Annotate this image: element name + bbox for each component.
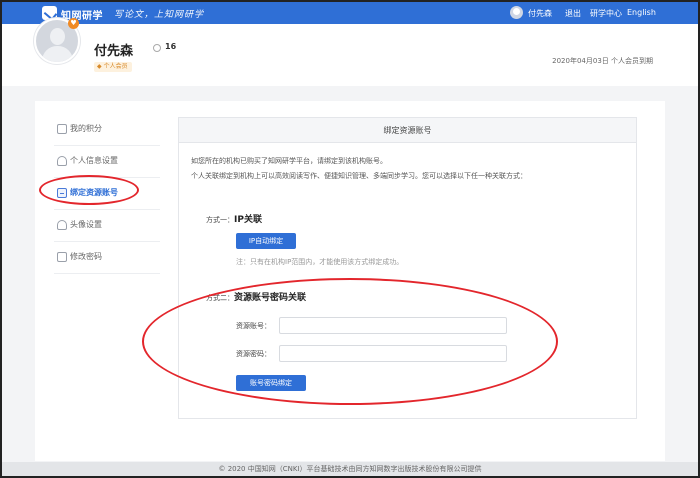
ip-auto-bind-button[interactable]: IP自动绑定 (236, 233, 296, 249)
coin-count: 16 (165, 42, 177, 51)
sidebar-item-label: 个人信息设置 (70, 156, 118, 165)
nav-username-link[interactable]: 付先森 (528, 8, 552, 19)
study-center-link[interactable]: 研学中心 (590, 8, 622, 19)
nav-avatar-icon[interactable] (510, 6, 523, 19)
avatar-body (42, 46, 73, 62)
panel-description: 如您所在的机构已购买了知网研学平台，请绑定到该机构账号。 (191, 157, 387, 165)
profile-header: 付先森 16 ◆ 个人会员 2020年04月03日 个人会员到期 (2, 24, 698, 86)
profile-username: 付先森 (94, 44, 134, 59)
annotation-circle-form (142, 278, 558, 405)
sidebar-item-profile-settings[interactable]: 个人信息设置 (54, 146, 160, 178)
user-icon (57, 156, 67, 166)
footer-copyright: © 2020 中国知网（CNKI）平台基础技术由同方知网数字出版技术股份有限公司… (2, 462, 698, 476)
avatar-head (50, 28, 65, 45)
member-badge: ◆ 个人会员 (94, 62, 132, 72)
sidebar-item-points[interactable]: 我的积分 (54, 114, 160, 146)
membership-expiry: 2020年04月03日 个人会员到期 (552, 57, 653, 65)
avatar-icon (57, 220, 67, 230)
panel-description-2: 个人关联绑定到机构上可以高效阅读写作、便捷知识管理、多端同步学习。您可以选择以下… (191, 172, 527, 180)
method-ip-title: IP关联 (234, 215, 262, 225)
sidebar-item-label: 我的积分 (70, 124, 102, 133)
sidebar-item-label: 修改密码 (70, 252, 102, 261)
method-ip-prefix: 方式一： (206, 216, 234, 224)
points-icon (57, 124, 67, 134)
lock-icon (57, 252, 67, 262)
coin-icon (153, 44, 161, 52)
annotation-circle-sidebar (39, 175, 139, 205)
sidebar-item-avatar[interactable]: 头像设置 (54, 210, 160, 242)
logout-link[interactable]: 退出 (565, 8, 581, 19)
brand-slogan: 写论文，上知网研学 (114, 10, 205, 20)
method-ip-heading: 方式一：IP关联 (206, 212, 262, 225)
vip-badge-icon: ♥ (68, 18, 79, 29)
sidebar-item-label: 头像设置 (70, 220, 102, 229)
panel-title: 绑定资源账号 (179, 118, 636, 143)
sidebar-item-password[interactable]: 修改密码 (54, 242, 160, 274)
gem-icon: ◆ (97, 63, 102, 70)
top-nav-bar: 知网研学 写论文，上知网研学 付先森 退出 研学中心 English (2, 2, 698, 24)
member-badge-label: 个人会员 (103, 63, 128, 70)
english-link[interactable]: English (627, 8, 656, 17)
ip-note: 注：只有在机构IP范围内，才能使用该方式绑定成功。 (236, 258, 404, 266)
